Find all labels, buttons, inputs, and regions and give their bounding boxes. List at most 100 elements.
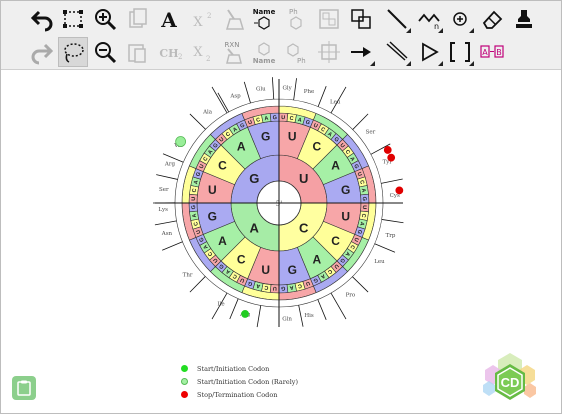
- redo-button[interactable]: [27, 37, 57, 67]
- undo-icon: [30, 10, 53, 32]
- second-base-label: C: [312, 140, 321, 154]
- legend: Start/Initiation Codon Start/Initiation C…: [181, 362, 298, 401]
- dropdown-corner-icon: [438, 61, 443, 66]
- dropdown-corner-icon: [406, 61, 411, 66]
- stamp-button[interactable]: [509, 4, 539, 34]
- bond-button[interactable]: [382, 4, 412, 34]
- svg-text:Name: Name: [253, 57, 276, 65]
- line-button[interactable]: [382, 37, 412, 67]
- lasso-select-button[interactable]: [58, 37, 88, 67]
- zoom-in-button[interactable]: [90, 4, 120, 34]
- broom-icon: [225, 9, 245, 30]
- ungroup-icon: [351, 9, 371, 29]
- phenyl-icon: Ph: [289, 8, 302, 30]
- reaction-clean-button[interactable]: RXN: [217, 37, 247, 67]
- third-base-label: G: [281, 285, 286, 291]
- amino-spoke: [217, 92, 230, 113]
- superscript-icon: X2: [193, 12, 211, 30]
- amino-spoke: [317, 86, 327, 107]
- arrow-button[interactable]: [346, 37, 376, 67]
- chain-button[interactable]: n: [414, 4, 444, 34]
- amino-acid-label: Ser: [366, 130, 376, 136]
- legend-row: Start/Initiation Codon: [181, 362, 298, 375]
- dropdown-corner-icon: [469, 61, 474, 66]
- amino-acid-label: Asp: [229, 93, 241, 99]
- structure-name-icon: Name: [253, 42, 276, 65]
- superscript-button[interactable]: X2: [186, 4, 216, 34]
- bracket-button[interactable]: [445, 37, 475, 67]
- amino-acid-label: Pro: [346, 292, 356, 298]
- svg-text:CH: CH: [159, 47, 178, 60]
- chemdoodle-logo: CD: [483, 353, 536, 400]
- copy-icon: [129, 8, 147, 28]
- clipboard-button[interactable]: [12, 376, 36, 400]
- eraser-button[interactable]: [477, 4, 507, 34]
- third-base-label: G: [191, 205, 197, 210]
- zoom-in-icon: [95, 9, 117, 31]
- amino-spoke: [298, 305, 304, 327]
- third-base-label: U: [191, 197, 197, 201]
- second-base-label: U: [208, 183, 217, 197]
- start-codon-marker: [241, 310, 249, 318]
- third-base-label: G: [361, 197, 367, 202]
- second-base-label: A: [237, 140, 246, 154]
- second-base-label: A: [312, 253, 321, 267]
- name-to-structure-button[interactable]: Name: [249, 4, 279, 34]
- ungroup-button[interactable]: [346, 4, 376, 34]
- undo-button[interactable]: [27, 4, 57, 34]
- stop-codon-marker: [395, 186, 404, 195]
- amino-spoke: [374, 243, 396, 253]
- second-base-label: G: [341, 183, 350, 197]
- third-base-label: U: [281, 115, 285, 121]
- subscript-button[interactable]: X2: [186, 37, 216, 67]
- amino-acid-label: Ile: [217, 301, 224, 307]
- amino-acid-label: Ser: [159, 187, 169, 193]
- amino-spoke: [189, 113, 206, 130]
- third-base-label: U: [273, 285, 277, 291]
- svg-text:Ph: Ph: [289, 8, 298, 16]
- structure-to-name-button[interactable]: Name: [249, 37, 279, 67]
- amino-spoke: [256, 305, 262, 328]
- second-base-label: C: [218, 158, 227, 172]
- text-button[interactable]: A: [154, 4, 184, 34]
- reaction-map-button[interactable]: AB: [477, 37, 507, 67]
- zoom-out-icon: [95, 42, 117, 64]
- text-icon: A: [160, 8, 177, 32]
- charge-button[interactable]: [445, 4, 475, 34]
- app-window: A X 2 Name Ph n CH 2 X 2 RXN Name Ph A B UCAGUCAGUCAGU…: [0, 0, 562, 414]
- ph-structure-icon: Ph: [287, 43, 306, 65]
- copy-button[interactable]: [122, 4, 152, 34]
- amino-spoke: [211, 86, 228, 114]
- reaction-broom-icon: RXN: [225, 41, 242, 64]
- amino-spoke: [189, 276, 206, 293]
- group-button[interactable]: [314, 4, 344, 34]
- rectangle-select-icon: [63, 10, 83, 28]
- amino-spoke: [162, 241, 183, 251]
- amino-acid-label: Asn: [161, 231, 173, 237]
- ph-structure-button[interactable]: Ph: [281, 37, 311, 67]
- ch2-button[interactable]: CH 2: [154, 37, 184, 67]
- transform-button[interactable]: [314, 37, 344, 67]
- shape-button[interactable]: [414, 37, 444, 67]
- select-rect-button[interactable]: [58, 4, 88, 34]
- paste-button[interactable]: [122, 37, 152, 67]
- start-rare-codon-marker: [175, 136, 187, 147]
- name-structure-icon: Name: [253, 8, 276, 30]
- zoom-out-button[interactable]: [90, 37, 120, 67]
- legend-label: Start/Initiation Codon (Rarely): [197, 377, 299, 386]
- second-base-label: G: [261, 130, 270, 144]
- svg-text:2: 2: [206, 55, 210, 63]
- redo-icon: [31, 43, 54, 65]
- amino-acid-label: His: [304, 313, 314, 319]
- clean-button[interactable]: [217, 4, 247, 34]
- drawing-canvas[interactable]: UCAGUCAGUCAGUCAGUCAGUCAGUCAGUCAGUCAGUCAG…: [1, 70, 561, 413]
- svg-text:Name: Name: [253, 8, 276, 16]
- svg-text:Ph: Ph: [297, 57, 306, 65]
- amino-acid-label: Trp: [386, 233, 396, 239]
- amino-spoke: [352, 113, 369, 130]
- phenyl-button[interactable]: Ph: [281, 4, 311, 34]
- amino-spoke: [381, 219, 404, 224]
- legend-label: Start/Initiation Codon: [197, 364, 270, 373]
- third-base-label: U: [361, 205, 367, 209]
- amino-acid-label: Thr: [183, 272, 193, 278]
